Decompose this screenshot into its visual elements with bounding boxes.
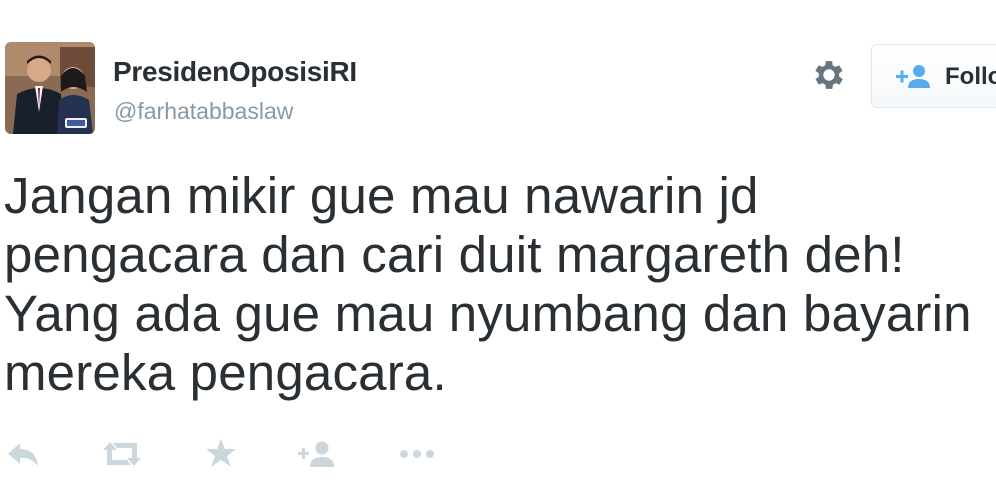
tweet-card: PresidenOposisiRI @farhatabbaslaw Follo … [0, 0, 996, 498]
avatar[interactable] [5, 42, 95, 134]
avatar-image [5, 42, 95, 134]
tweet-text: Jangan mikir gue mau nawarin jd pengacar… [4, 166, 972, 402]
retweet-icon[interactable] [101, 432, 143, 476]
follow-button-label: Follo [945, 63, 996, 90]
display-name[interactable]: PresidenOposisiRI [113, 56, 357, 88]
favorite-icon[interactable] [204, 432, 238, 476]
tweet-text-line: pengacara dan cari duit margareth deh! [4, 226, 905, 283]
gear-icon[interactable] [810, 56, 848, 94]
tweet-text-line: mereka pengacara. [4, 344, 447, 401]
add-user-icon [896, 64, 932, 88]
tweet-text-line: Jangan mikir gue mau nawarin jd [4, 167, 759, 224]
reply-icon[interactable] [6, 432, 40, 476]
follow-icon[interactable] [297, 432, 337, 476]
username[interactable]: @farhatabbaslaw [114, 98, 293, 125]
more-icon[interactable] [398, 432, 438, 476]
tweet-text-line: Yang ada gue mau nyumbang dan bayarin [4, 285, 972, 342]
tweet-actions [0, 432, 996, 476]
follow-button[interactable]: Follo [871, 44, 996, 108]
